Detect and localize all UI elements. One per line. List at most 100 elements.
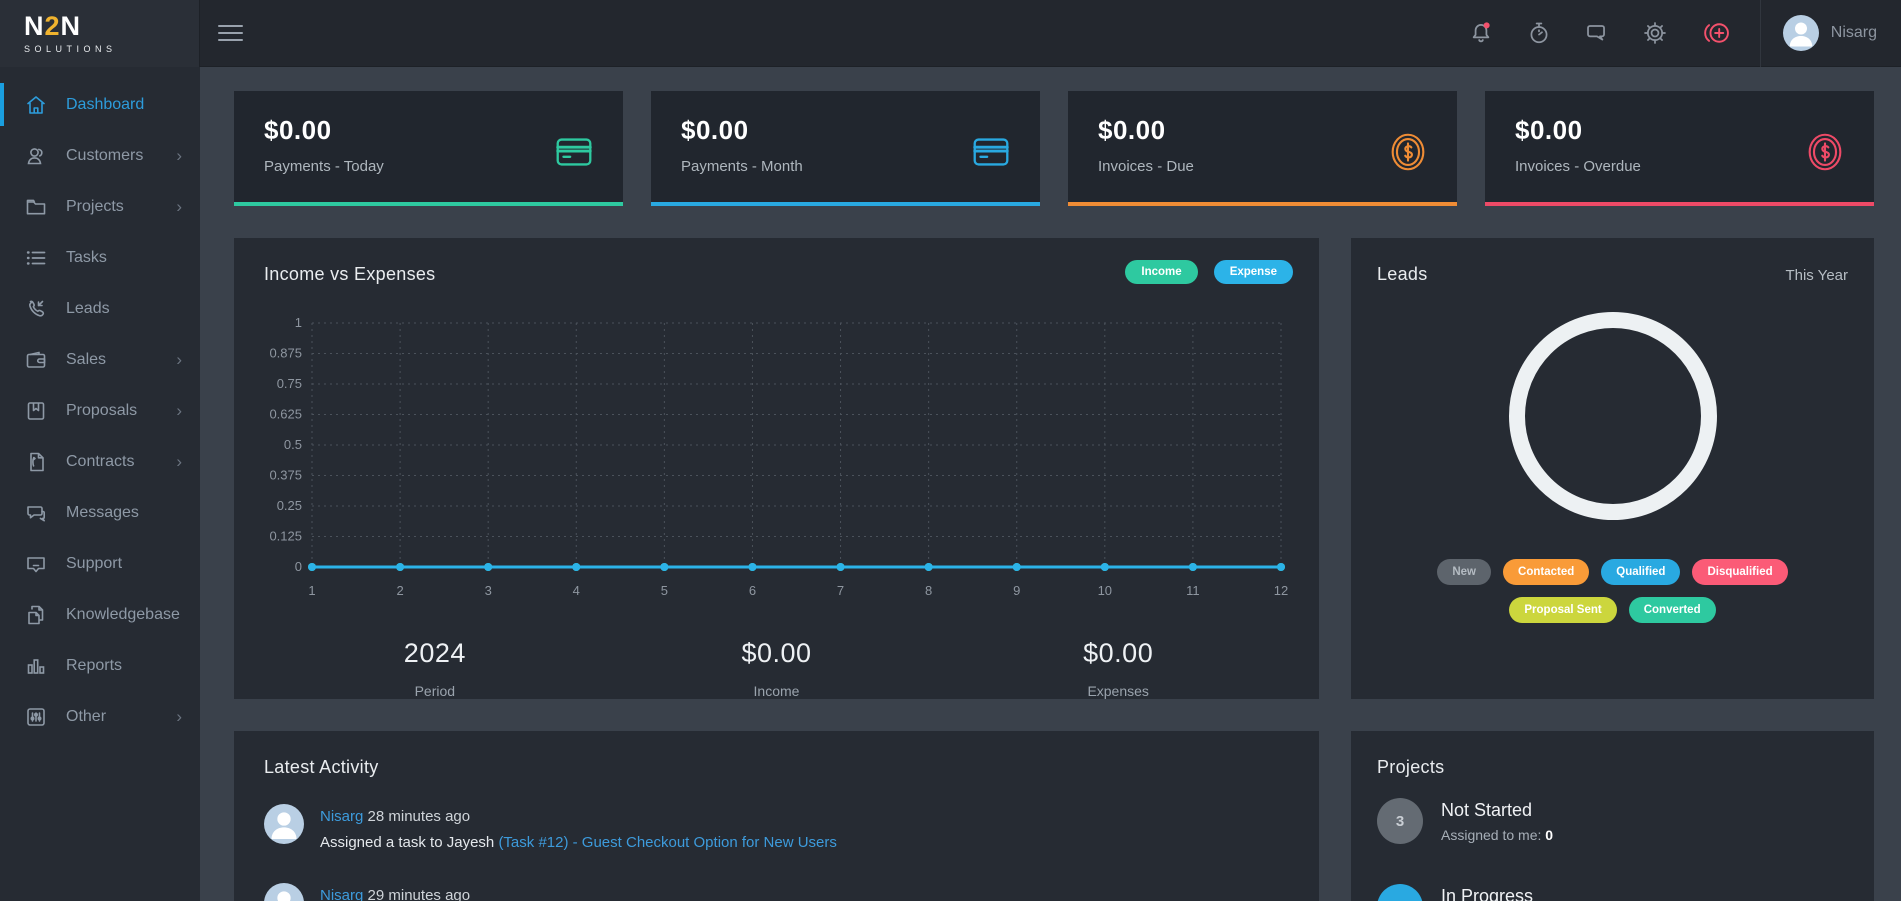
sidebar-item-proposals[interactable]: Proposals › <box>0 385 200 436</box>
latest-activity-panel: Latest Activity Nisarg 28 minutes ago As… <box>234 731 1319 901</box>
stat-card-payments-month[interactable]: $0.00 Payments - Month <box>651 91 1040 206</box>
user-menu[interactable]: Nisarg <box>1761 15 1901 51</box>
projects-panel: Projects 3 Not Started Assigned to me: 0… <box>1351 731 1874 901</box>
sidebar-item-label: Support <box>66 555 122 573</box>
wallet-icon <box>24 348 48 372</box>
activity-task-link[interactable]: (Task #12) - Guest Checkout Option for N… <box>498 834 836 851</box>
sidebar-item-leads[interactable]: Leads <box>0 283 200 334</box>
lead-status-new[interactable]: New <box>1437 559 1491 585</box>
activity-item: Nisarg 28 minutes ago Assigned a task to… <box>264 804 1289 857</box>
sidebar-item-customers[interactable]: Customers › <box>0 130 200 181</box>
lead-status-contacted[interactable]: Contacted <box>1503 559 1589 585</box>
stat-value: $0.00 <box>1098 115 1194 146</box>
lead-status-qualified[interactable]: Qualified <box>1601 559 1680 585</box>
leads-title: Leads <box>1377 264 1428 285</box>
project-assigned-text: Assigned to me: 0 <box>1441 827 1553 843</box>
summary-expenses-label: Expenses <box>947 683 1289 699</box>
chat-icon[interactable] <box>1584 20 1610 46</box>
user-name: Nisarg <box>1831 24 1877 42</box>
svg-text:7: 7 <box>837 583 844 598</box>
notifications-bell-icon[interactable] <box>1468 20 1494 46</box>
stat-card-payments-today[interactable]: $0.00 Payments - Today <box>234 91 623 206</box>
sidebar-item-other[interactable]: Other › <box>0 691 200 742</box>
sidebar-item-support[interactable]: Support <box>0 538 200 589</box>
project-status-label: Not Started <box>1441 800 1553 821</box>
sidebar-item-label: Sales <box>66 351 106 369</box>
bookmark-icon <box>24 399 48 423</box>
leads-period-filter[interactable]: This Year <box>1785 267 1848 284</box>
brand-logo[interactable]: N2N SOLUTIONS <box>0 0 200 67</box>
sidebar-item-label: Tasks <box>66 249 107 267</box>
svg-text:10: 10 <box>1098 583 1112 598</box>
svg-text:0.75: 0.75 <box>277 376 302 391</box>
svg-text:0.25: 0.25 <box>277 498 302 513</box>
stat-card-invoices-overdue[interactable]: $0.00 Invoices - Overdue <box>1485 91 1874 206</box>
svg-text:12: 12 <box>1274 583 1288 598</box>
activity-user-link[interactable]: Nisarg <box>320 808 363 825</box>
lead-status-proposal-sent[interactable]: Proposal Sent <box>1509 597 1616 623</box>
sidebar-item-label: Knowledgebase <box>66 606 180 624</box>
project-status-label: In Progress <box>1441 886 1553 901</box>
sidebar-item-projects[interactable]: Projects › <box>0 181 200 232</box>
activity-user-link[interactable]: Nisarg <box>320 887 363 901</box>
projects-title: Projects <box>1377 757 1848 778</box>
contract-icon <box>24 450 48 474</box>
lead-status-converted[interactable]: Converted <box>1629 597 1716 623</box>
chevron-right-icon: › <box>176 197 182 217</box>
sidebar-item-label: Other <box>66 708 106 726</box>
support-icon <box>24 552 48 576</box>
stat-value: $0.00 <box>681 115 803 146</box>
chart-summary: 2024 Period $0.00 Income $0.00 Expenses <box>264 638 1289 699</box>
sidebar-item-tasks[interactable]: Tasks <box>0 232 200 283</box>
sidebar-item-label: Contracts <box>66 453 134 471</box>
customers-icon <box>24 144 48 168</box>
svg-text:0: 0 <box>295 559 302 574</box>
sidebar-item-reports[interactable]: Reports <box>0 640 200 691</box>
chevron-right-icon: › <box>176 452 182 472</box>
chevron-right-icon: › <box>176 350 182 370</box>
svg-text:5: 5 <box>661 583 668 598</box>
sidebar-item-messages[interactable]: Messages <box>0 487 200 538</box>
chevron-right-icon: › <box>176 146 182 166</box>
user-avatar <box>264 883 304 901</box>
sidebar-item-knowledgebase[interactable]: Knowledgebase <box>0 589 200 640</box>
user-avatar <box>1783 15 1819 51</box>
credit-card-icon <box>968 129 1014 175</box>
legend-expense-pill[interactable]: Expense <box>1214 260 1293 284</box>
timer-icon[interactable] <box>1526 20 1552 46</box>
quick-create-icon[interactable] <box>1700 20 1732 46</box>
sidebar-item-sales[interactable]: Sales › <box>0 334 200 385</box>
list-icon <box>24 246 48 270</box>
top-bar: Nisarg <box>200 0 1901 67</box>
folder-icon <box>24 195 48 219</box>
app-root: N2N SOLUTIONS <box>0 0 1901 901</box>
sidebar-item-dashboard[interactable]: Dashboard <box>0 79 200 130</box>
sidebar-toggle-icon[interactable] <box>218 25 243 41</box>
sidebar-item-label: Projects <box>66 198 124 216</box>
svg-text:0.125: 0.125 <box>269 529 302 544</box>
legend-income-pill[interactable]: Income <box>1125 260 1197 284</box>
income-expenses-panel: Income vs Expenses Income Expense 10.875… <box>234 238 1319 699</box>
sidebar-item-label: Proposals <box>66 402 137 420</box>
chat-bubbles-icon <box>24 501 48 525</box>
credit-card-icon <box>551 129 597 175</box>
projects-row-not-started[interactable]: 3 Not Started Assigned to me: 0 <box>1377 778 1848 864</box>
activity-action: Assigned a task to Jayesh <box>320 834 494 851</box>
dollar-coin-icon <box>1802 129 1848 175</box>
projects-row-in-progress[interactable]: 0 In Progress Assigned to me: 0 <box>1377 864 1848 901</box>
summary-income-value: $0.00 <box>606 638 948 669</box>
stat-label: Payments - Today <box>264 158 384 175</box>
stat-label: Invoices - Overdue <box>1515 158 1641 175</box>
settings-gear-icon[interactable] <box>1642 20 1668 46</box>
svg-text:0.375: 0.375 <box>269 468 302 483</box>
stat-label: Payments - Month <box>681 158 803 175</box>
stat-card-invoices-due[interactable]: $0.00 Invoices - Due <box>1068 91 1457 206</box>
lead-status-disqualified[interactable]: Disqualified <box>1692 559 1787 585</box>
svg-text:4: 4 <box>573 583 580 598</box>
stat-value: $0.00 <box>264 115 384 146</box>
stats-row: $0.00 Payments - Today $0.00 Payments - … <box>234 91 1874 206</box>
sidebar-item-label: Customers <box>66 147 143 165</box>
summary-period-label: Period <box>264 683 606 699</box>
sidebar-item-contracts[interactable]: Contracts › <box>0 436 200 487</box>
sliders-icon <box>24 705 48 729</box>
